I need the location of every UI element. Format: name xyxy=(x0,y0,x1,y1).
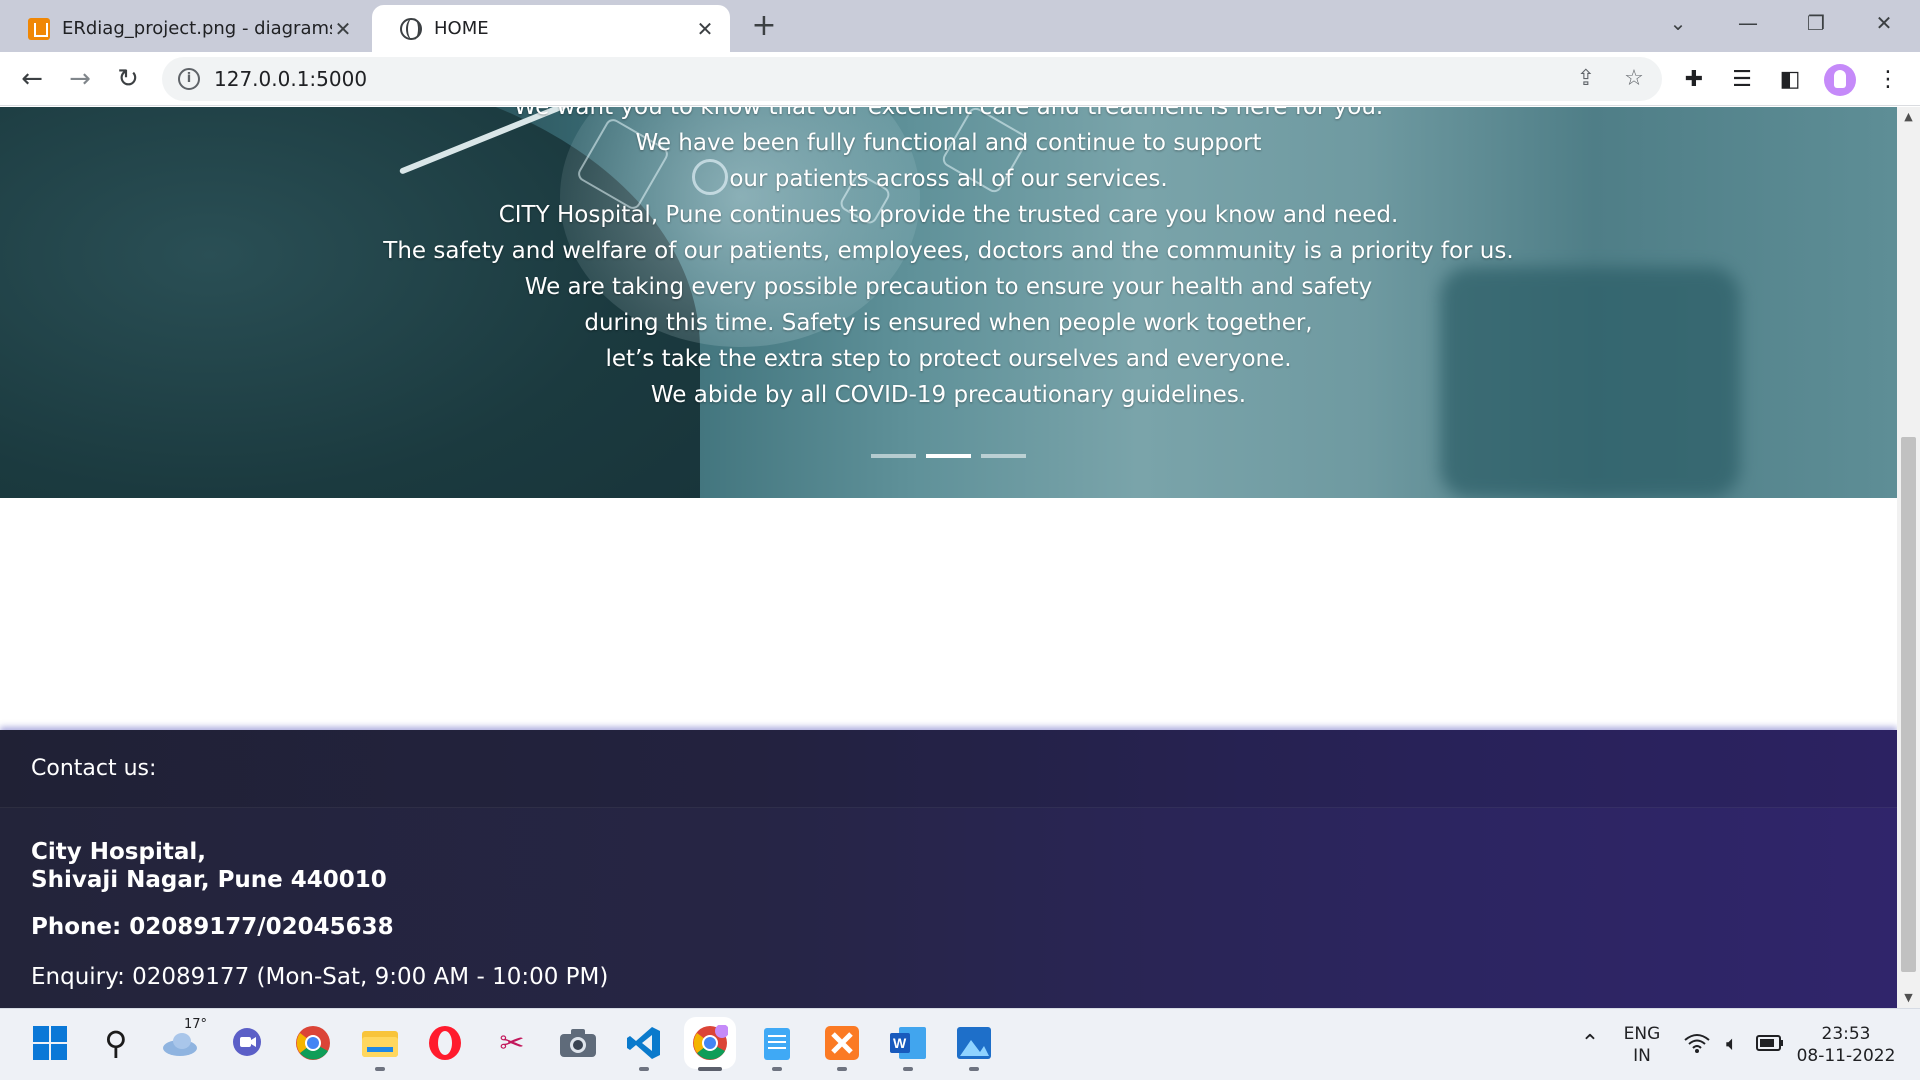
windows-taskbar: ⚲ 17° ✂ W ⌃ ENG IN 🔈︎ 23:53 08-11-2022 xyxy=(0,1008,1920,1080)
tab-title: HOME xyxy=(434,18,489,39)
menu-kebab-icon[interactable]: ⋮ xyxy=(1872,64,1904,96)
vscode-icon[interactable] xyxy=(624,1023,664,1071)
scroll-down-icon[interactable]: ▼ xyxy=(1897,988,1920,1008)
wifi-icon[interactable] xyxy=(1677,1023,1717,1063)
svg-text:W: W xyxy=(893,1035,907,1051)
scroll-up-icon[interactable]: ▲ xyxy=(1897,107,1920,127)
clock[interactable]: 23:53 08-11-2022 xyxy=(1796,1023,1896,1067)
hero-line: We are taking every possible precaution … xyxy=(524,274,1373,300)
windows-logo-icon xyxy=(33,1026,67,1060)
page-scrollbar[interactable]: ▲ ▼ xyxy=(1897,107,1920,1008)
scroll-thumb[interactable] xyxy=(1901,437,1916,972)
minimize-button[interactable]: — xyxy=(1720,6,1776,40)
chrome-icon[interactable] xyxy=(293,1023,333,1063)
site-info-icon[interactable]: i xyxy=(178,68,200,90)
address-line-1: City Hospital, xyxy=(31,839,206,865)
tab-erdiag[interactable]: ERdiag_project.png - diagrams.net ✕ xyxy=(0,5,368,52)
chrome-profile-icon[interactable] xyxy=(690,1023,730,1071)
carousel-indicator-2[interactable] xyxy=(926,454,971,458)
weather-temp: 17° xyxy=(184,1017,208,1032)
hero-line: CITY Hospital, Pune continues to provide… xyxy=(498,202,1399,228)
language-line-1: ENG xyxy=(1623,1024,1661,1044)
volume-icon[interactable]: 🔈︎ xyxy=(1712,1023,1752,1063)
xampp-icon[interactable] xyxy=(822,1023,862,1071)
word-icon[interactable]: W xyxy=(888,1023,928,1071)
forward-icon[interactable]: → xyxy=(63,62,97,96)
tab-title: ERdiag_project.png - diagrams.net xyxy=(62,18,332,39)
hero-line: during this time. Safety is ensured when… xyxy=(584,310,1313,336)
show-hidden-icons-chevron[interactable]: ⌃ xyxy=(1570,1023,1610,1063)
reload-icon[interactable]: ↻ xyxy=(111,62,145,96)
drawio-icon xyxy=(28,17,50,40)
contact-footer: Contact us: City Hospital, Shivaji Nagar… xyxy=(0,730,1897,1008)
back-icon[interactable]: ← xyxy=(15,62,49,96)
hero-carousel: We want you to know that our excellent c… xyxy=(0,107,1897,498)
page-viewport: We want you to know that our excellent c… xyxy=(0,107,1897,1008)
tab-home[interactable]: HOME ✕ xyxy=(372,5,730,52)
tab-search-button[interactable]: ⌄ xyxy=(1650,6,1706,40)
close-window-button[interactable]: ✕ xyxy=(1856,6,1912,40)
clock-time: 23:53 xyxy=(1821,1024,1871,1044)
search-icon[interactable]: ⚲ xyxy=(96,1023,136,1063)
hero-line: The safety and welfare of our patients, … xyxy=(383,238,1514,264)
teams-chat-icon[interactable] xyxy=(227,1023,267,1063)
hero-line: our patients across all of our services. xyxy=(729,166,1168,192)
hero-line: We want you to know that our excellent c… xyxy=(513,107,1384,120)
carousel-indicator-3[interactable] xyxy=(981,454,1026,458)
hero-line: We have been fully functional and contin… xyxy=(635,130,1262,156)
reading-list-icon[interactable]: ☰ xyxy=(1726,64,1758,96)
start-button[interactable] xyxy=(30,1023,70,1063)
share-icon[interactable]: ⇪ xyxy=(1572,65,1600,93)
clock-date: 08-11-2022 xyxy=(1796,1046,1896,1066)
weather-widget[interactable]: 17° xyxy=(160,1017,207,1063)
notepad-icon[interactable] xyxy=(757,1023,797,1071)
tab-close-icon[interactable]: ✕ xyxy=(332,17,354,41)
camera-icon[interactable] xyxy=(558,1023,598,1063)
enquiry-text: Enquiry: 02089177 (Mon-Sat, 9:00 AM - 10… xyxy=(31,964,609,990)
profile-avatar[interactable] xyxy=(1824,64,1856,96)
file-explorer-icon[interactable] xyxy=(360,1023,400,1071)
tab-close-icon[interactable]: ✕ xyxy=(694,17,716,41)
tab-strip: ERdiag_project.png - diagrams.net ✕ HOME… xyxy=(0,0,1920,52)
carousel-indicators xyxy=(871,454,1026,458)
contact-heading: Contact us: xyxy=(0,730,1897,808)
side-panel-icon[interactable]: ◧ xyxy=(1774,64,1806,96)
address-line-2: Shivaji Nagar, Pune 440010 xyxy=(31,867,387,893)
phone-text: Phone: 02089177/02045638 xyxy=(31,914,394,940)
carousel-indicator-1[interactable] xyxy=(871,454,916,458)
extensions-icon[interactable]: ✚ xyxy=(1678,64,1710,96)
address-bar[interactable]: i 127.0.0.1:5000 ⇪ ☆ xyxy=(162,57,1662,101)
language-indicator[interactable]: ENG IN xyxy=(1616,1023,1668,1067)
url-text[interactable]: 127.0.0.1:5000 xyxy=(214,57,367,101)
hero-text: We want you to know that our excellent c… xyxy=(0,107,1897,413)
bookmark-star-icon[interactable]: ☆ xyxy=(1620,65,1648,93)
snipping-tool-icon[interactable]: ✂ xyxy=(492,1023,532,1063)
language-line-2: IN xyxy=(1633,1046,1651,1066)
opera-icon[interactable] xyxy=(425,1023,465,1063)
browser-toolbar: ← → ↻ i 127.0.0.1:5000 ⇪ ☆ ✚ ☰ ◧ ⋮ xyxy=(0,52,1920,106)
restore-button[interactable]: ❐ xyxy=(1788,6,1844,40)
address-block: City Hospital, Shivaji Nagar, Pune 44001… xyxy=(0,838,1897,894)
photos-icon[interactable] xyxy=(954,1023,994,1071)
new-tab-button[interactable]: + xyxy=(750,8,778,44)
battery-icon[interactable] xyxy=(1750,1023,1790,1063)
hero-line: We abide by all COVID-19 precautionary g… xyxy=(650,382,1247,408)
hero-line: let’s take the extra step to protect our… xyxy=(605,346,1292,372)
cloud-icon xyxy=(163,1033,197,1056)
globe-icon xyxy=(400,17,422,40)
